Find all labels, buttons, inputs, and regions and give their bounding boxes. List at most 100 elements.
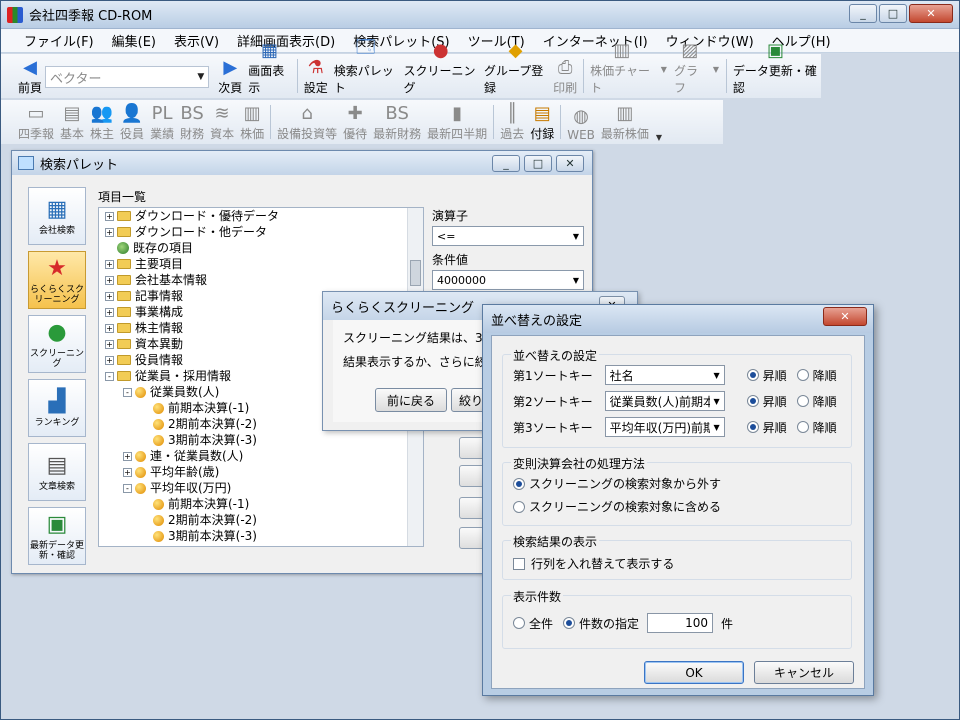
sort-key-1-select[interactable]: 社名 ▼ [604,365,725,385]
close-button[interactable]: ✕ [909,4,953,23]
palette-minimize-button[interactable]: _ [492,155,520,172]
tab-latest-price[interactable]: ▥ 最新株価 [598,100,652,144]
expand-icon[interactable]: + [105,211,114,221]
expand-icon[interactable]: + [105,291,114,301]
search-palette-button[interactable]: 🗔 検索パレット [331,37,401,98]
sort-key-1-desc-radio[interactable] [796,369,809,381]
screen-display-button[interactable]: ▦ 画面表示 [245,40,294,98]
item-ball-icon [135,466,146,478]
all-count-radio[interactable] [513,617,525,629]
vector-combo[interactable]: ベクター ▼ [45,66,210,88]
group-register-button[interactable]: ◆ グループ登録 [481,40,550,98]
text-search-button[interactable]: ▤ 文章検索 [28,443,86,501]
tree-node[interactable]: - 平均年収(万円) [99,480,423,496]
tab-basic[interactable]: ▤ 基本 [57,100,87,144]
screening-side-button[interactable]: ● スクリーニング [28,315,86,373]
expand-icon[interactable]: + [105,339,114,349]
tab-web[interactable]: ◍ WEB [564,100,598,144]
tab-appendix[interactable]: ▤ 付録 [527,100,557,144]
exclude-irregular-radio[interactable] [513,477,525,490]
tab-capital[interactable]: ≋ 資本 [207,100,237,144]
sort-key-2-select[interactable]: 従業員数(人)前期本 ▼ [604,391,725,411]
tree-node[interactable]: 3期前本決算(-3) [99,432,423,448]
tree-node[interactable]: + ダウンロード・他データ [99,224,423,240]
menu-window[interactable]: ウィンドウ(W) [657,31,763,50]
back-button[interactable]: 前に戻る [375,388,447,412]
tree-node[interactable]: 既存の項目 [99,240,423,256]
operator-select[interactable]: <= ▼ [432,226,584,246]
expand-icon[interactable]: + [105,323,114,333]
tree-node[interactable]: + 主要項目 [99,256,423,272]
expand-icon[interactable]: + [105,227,114,237]
settings-button[interactable]: ⚗ 設定 [301,54,331,98]
next-page-button[interactable]: ▶ 次頁 [215,54,245,98]
collapse-icon[interactable]: - [123,483,132,493]
graph-button[interactable]: ▨ グラフ [671,40,709,98]
specify-count-radio[interactable] [563,617,576,629]
collapse-icon[interactable]: - [105,371,114,381]
cancel-button[interactable]: キャンセル [754,661,854,684]
sort-close-button[interactable]: ✕ [823,307,867,326]
menu-edit[interactable]: 編集(E) [103,31,165,50]
tree-node[interactable]: + 連・従業員数(人) [99,448,423,464]
tab-shikiho[interactable]: ▭ 四季報 [15,100,57,144]
chevron-down-icon[interactable]: ▼ [656,133,662,142]
collapse-icon[interactable]: - [123,387,132,397]
tab-officers[interactable]: 👤 役員 [117,100,147,144]
ok-button[interactable]: OK [644,661,744,684]
data-update-button[interactable]: ▣ データ更新・確認 [730,40,821,98]
tab-capex[interactable]: ⌂ 設備投資等 [274,100,340,144]
sort-key-row-3: 第3ソートキー 平均年収(万円)前期 ▼ 昇順 降順 [513,417,847,437]
include-irregular-radio[interactable] [513,500,525,513]
toolbar-main: ◀ 前頁 ベクター ▼ ▶ 次頁 ▦ 画面表示 ⚗ 設定 🗔 検索パレット ● … [1,37,821,98]
minimize-button[interactable]: _ [849,4,877,23]
expand-icon[interactable]: + [105,355,114,365]
sort-key-3-desc-radio[interactable] [796,421,809,433]
count-input[interactable]: 100 [647,613,714,633]
tab-finance[interactable]: BS 財務 [177,100,207,144]
tab-benefits[interactable]: ✚ 優待 [340,100,370,144]
menu-internet[interactable]: インターネット(I) [534,31,657,50]
tree-node[interactable]: 3期前本決算(-3) [99,528,423,544]
menu-detail[interactable]: 詳細画面表示(D) [228,31,344,50]
sort-key-2-asc-radio[interactable] [746,395,759,407]
expand-icon[interactable]: + [105,307,114,317]
tree-node[interactable]: + ダウンロード・優待データ [99,208,423,224]
palette-maximize-button[interactable]: □ [524,155,552,172]
chevron-down-icon[interactable]: ▼ [713,65,719,74]
arrow-right-icon: ▶ [223,56,238,78]
print-button[interactable]: ⎙ 印刷 [550,54,580,98]
tree-node[interactable]: + 会社基本情報 [99,272,423,288]
sort-key-2-desc-radio[interactable] [796,395,809,407]
expand-icon[interactable]: + [105,275,114,285]
condition-input[interactable]: 4000000 ▼ [432,270,584,290]
sort-key-1-asc-radio[interactable] [746,369,759,381]
chevron-down-icon[interactable]: ▼ [661,65,667,74]
easy-screening-button[interactable]: ★ らくらくスクリーニング [28,251,86,309]
expand-icon[interactable]: + [105,259,114,269]
transpose-checkbox[interactable] [513,557,525,570]
expand-icon[interactable]: + [123,467,132,477]
sort-key-3-asc-radio[interactable] [746,421,759,433]
menu-view[interactable]: 表示(V) [165,31,228,50]
tree-node[interactable]: 前期本決算(-1) [99,496,423,512]
tree-node[interactable]: + 平均年齢(歳) [99,464,423,480]
tab-latest-finance[interactable]: BS 最新財務 [370,100,424,144]
ranking-button[interactable]: ▟ ランキング [28,379,86,437]
expand-icon[interactable]: + [123,451,132,461]
prev-page-button[interactable]: ◀ 前頁 [15,54,45,98]
sort-key-3-select[interactable]: 平均年収(万円)前期 ▼ [604,417,725,437]
tab-latest-quarter[interactable]: ▮ 最新四半期 [424,100,490,144]
palette-close-button[interactable]: ✕ [556,155,584,172]
company-search-button[interactable]: ▦ 会社検索 [28,187,86,245]
tab-stock-price[interactable]: ▥ 株価 [237,100,267,144]
tree-node[interactable]: 2期前本決算(-2) [99,512,423,528]
latest-data-update-button[interactable]: ▣ 最新データ更新・確認 [28,507,86,565]
menu-file[interactable]: ファイル(F) [15,31,103,50]
stock-chart-button[interactable]: ▥ 株価チャート [587,40,657,98]
tab-performance[interactable]: PL 業績 [147,100,177,144]
maximize-button[interactable]: □ [879,4,907,23]
tab-past[interactable]: ║ 過去 [497,100,527,144]
screening-button[interactable]: ● スクリーニング [401,40,481,98]
tab-shareholders[interactable]: 👥 株主 [87,100,117,144]
